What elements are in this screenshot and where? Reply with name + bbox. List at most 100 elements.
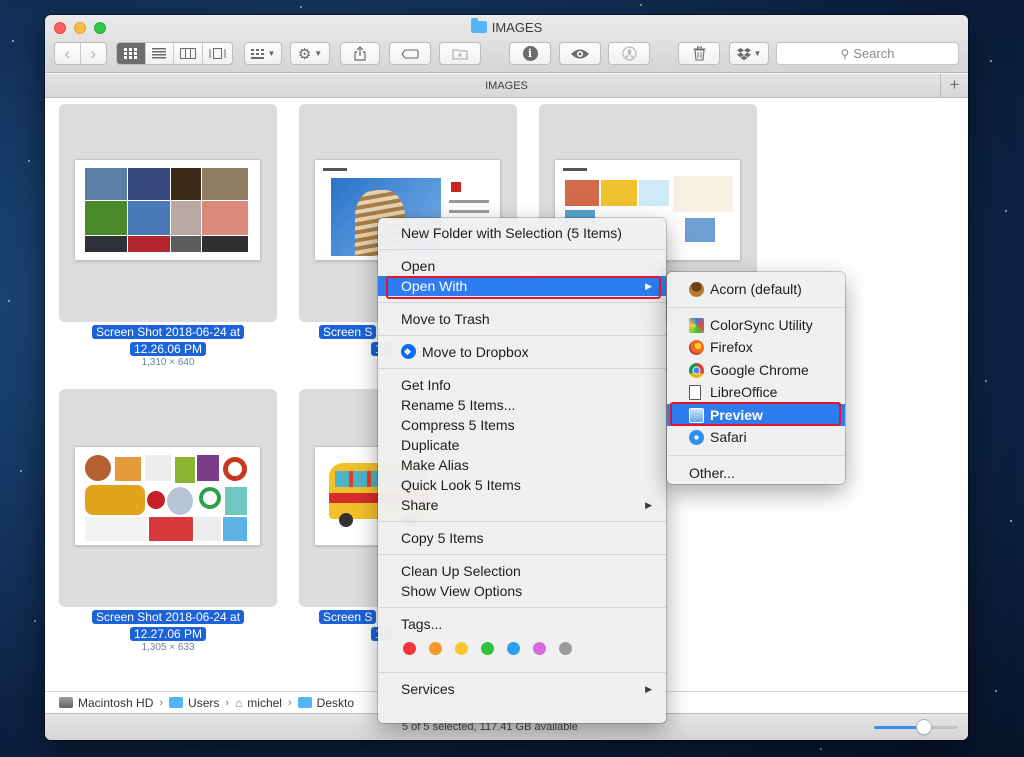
tag-color-dot[interactable] (559, 641, 572, 655)
icon-view-button[interactable] (117, 43, 146, 64)
file-thumbnail (75, 447, 260, 545)
icon-size-slider-knob[interactable] (917, 720, 932, 734)
tag-color-dot[interactable] (507, 641, 520, 655)
column-view-button[interactable] (174, 43, 203, 64)
menu-item-new-folder-with-selection[interactable]: New Folder with Selection (5 Items) (378, 223, 666, 243)
menu-item-copy[interactable]: Copy 5 Items (378, 528, 666, 548)
icon-size-slider[interactable] (874, 720, 958, 734)
path-item-users[interactable]: Users (169, 696, 219, 710)
app-item-safari[interactable]: Safari (667, 426, 845, 449)
dropbox-icon (736, 47, 751, 60)
menu-item-make-alias[interactable]: Make Alias (378, 455, 666, 475)
menu-item-quick-look[interactable]: Quick Look 5 Items (378, 475, 666, 495)
search-field[interactable]: ⚲ Search (776, 42, 959, 65)
new-tab-button[interactable]: + (940, 74, 968, 97)
tag-color-dot[interactable] (533, 641, 546, 655)
menu-item-move-to-dropbox[interactable]: Move to Dropbox (378, 341, 666, 362)
firefox-icon (689, 340, 704, 355)
chevron-left-icon: ‹ (64, 43, 71, 63)
edit-tags-button[interactable] (389, 42, 431, 65)
toolbar: IMAGES ‹ › ▼ ⚙ ▼ i ▼ ⚲ Search (45, 15, 968, 73)
app-item-colorsync-utility[interactable]: ColorSync Utility (667, 314, 845, 337)
chevron-right-icon: › (90, 43, 97, 63)
menu-separator (378, 249, 666, 250)
menu-item-rename[interactable]: Rename 5 Items... (378, 395, 666, 415)
app-item-other[interactable]: Other... (667, 462, 845, 485)
burn-button[interactable] (608, 42, 650, 65)
menu-item-compress[interactable]: Compress 5 Items (378, 415, 666, 435)
eye-icon (571, 49, 589, 58)
app-item-google-chrome[interactable]: Google Chrome (667, 359, 845, 382)
folder-icon (470, 18, 487, 33)
tag-color-dot[interactable] (403, 641, 416, 655)
menu-item-show-view-options[interactable]: Show View Options (378, 581, 666, 601)
file-dimensions: 1,310 × 640 (141, 357, 195, 368)
columns-icon (179, 48, 196, 59)
menu-item-tags[interactable]: Tags... (378, 614, 666, 634)
acorn-icon (689, 282, 704, 297)
quick-look-button[interactable] (559, 42, 601, 65)
safari-icon (689, 430, 704, 445)
share-icon (354, 46, 366, 61)
list-view-button[interactable] (146, 43, 175, 64)
file-item[interactable] (59, 389, 277, 607)
menu-item-move-to-trash[interactable]: Move to Trash (378, 309, 666, 329)
chevron-down-icon: ▼ (753, 49, 762, 58)
menu-separator (667, 306, 845, 308)
new-folder-button[interactable] (439, 42, 481, 65)
preview-highlight-outline (670, 402, 841, 426)
menu-separator (378, 335, 666, 336)
menu-separator (378, 607, 666, 608)
chevron-down-icon: ▼ (314, 49, 323, 58)
submenu-arrow-icon: ▶ (645, 684, 652, 694)
path-item-home[interactable]: ⌂ michel (235, 696, 282, 710)
tag-color-dot[interactable] (455, 641, 468, 655)
menu-separator (378, 521, 666, 522)
arrange-grid-icon (250, 48, 264, 59)
arrange-button[interactable]: ▼ (244, 42, 282, 65)
path-item-macintosh-hd[interactable]: Macintosh HD (59, 696, 153, 710)
get-info-button[interactable]: i (509, 42, 551, 65)
tag-color-dot[interactable] (481, 641, 494, 655)
dropbox-icon (401, 341, 416, 361)
gallery-view-button[interactable] (203, 43, 232, 64)
menu-item-open[interactable]: Open (378, 256, 666, 276)
tab-bar: IMAGES + (45, 74, 968, 98)
file-item[interactable] (59, 104, 277, 322)
back-button[interactable]: ‹ (55, 43, 81, 64)
file-thumbnail (75, 160, 260, 260)
app-item-firefox[interactable]: Firefox (667, 336, 845, 359)
colorsync-icon (689, 317, 704, 333)
menu-item-services[interactable]: Services ▶ (378, 679, 666, 699)
chevron-right-icon: › (159, 696, 164, 709)
app-item-libreoffice[interactable]: LibreOffice (667, 381, 845, 404)
share-button[interactable] (340, 42, 380, 65)
tab-images[interactable]: IMAGES (485, 80, 528, 92)
menu-separator (378, 554, 666, 555)
hard-drive-icon (59, 697, 73, 708)
chevron-right-icon: › (225, 696, 230, 709)
menu-item-share[interactable]: Share ▶ (378, 495, 666, 515)
file-name[interactable]: Screen Shot 2018-06-24 at 12.27.06 PM (59, 609, 277, 643)
tag-color-row (378, 634, 666, 662)
libreoffice-icon (689, 385, 701, 400)
path-item-desktop[interactable]: Deskto (297, 696, 354, 710)
dropbox-button[interactable]: ▼ (729, 42, 769, 65)
burn-icon (621, 46, 637, 61)
gear-icon: ⚙ (297, 45, 312, 63)
menu-item-duplicate[interactable]: Duplicate (378, 435, 666, 455)
app-item-acorn[interactable]: Acorn (default) (667, 278, 845, 301)
forward-button[interactable]: › (81, 43, 106, 64)
tag-color-dot[interactable] (429, 641, 442, 655)
open-with-submenu: Acorn (default) ColorSync Utility Firefo… (667, 272, 845, 484)
delete-button[interactable] (678, 42, 720, 65)
menu-separator (378, 302, 666, 303)
grid-icon (124, 48, 138, 59)
tag-icon (401, 48, 419, 59)
action-button[interactable]: ⚙ ▼ (290, 42, 330, 65)
menu-item-clean-up-selection[interactable]: Clean Up Selection (378, 561, 666, 581)
chevron-down-icon: ▼ (267, 49, 276, 58)
file-name[interactable]: Screen Shot 2018-06-24 at 12.26.06 PM (59, 324, 277, 358)
menu-item-get-info[interactable]: Get Info (378, 375, 666, 395)
open-with-highlight-outline (386, 276, 661, 299)
